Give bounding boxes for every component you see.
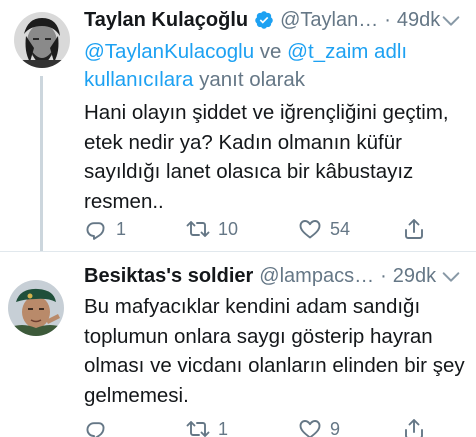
share-icon: [405, 219, 423, 239]
reply-icon: [86, 422, 105, 437]
timestamp[interactable]: 29dk: [393, 262, 436, 290]
tweet-header: Taylan Kulaçoğlu @Taylan… · 49dk: [84, 6, 466, 34]
share-button[interactable]: [402, 217, 426, 241]
timestamp[interactable]: 49dk: [397, 6, 440, 34]
tweet-content: Besiktas's soldier @lampacs… · 29dk Bu m…: [84, 262, 466, 410]
thread-line: [40, 76, 43, 251]
reply-context: @TaylanKulacoglu ve @t_zaim adlı kullanıc…: [84, 38, 466, 94]
reply-icon: [86, 222, 105, 240]
like-count: 9: [330, 418, 341, 437]
reply-count: 1: [116, 218, 127, 239]
like-button[interactable]: 9: [298, 417, 402, 437]
tweet-text: Bu mafyacıklar kendini adam sandığı topl…: [84, 295, 465, 407]
retweet-count: 10: [218, 218, 239, 239]
retweet-count: 1: [218, 418, 229, 437]
chevron-down-icon[interactable]: [440, 266, 462, 288]
user-handle[interactable]: @lampacs…: [259, 262, 374, 290]
separator-dot: ·: [384, 9, 391, 31]
tweet-text: Hani olayın şiddet ve iğrençliğini geçti…: [84, 101, 449, 213]
retweet-icon: [186, 221, 210, 237]
avatar[interactable]: [14, 12, 70, 68]
tweet-content: Taylan Kulaçoğlu @Taylan… · 49dk @Taylan…: [84, 6, 466, 216]
mention-link[interactable]: @TaylanKulacoglu: [84, 40, 254, 63]
replied-users-link[interactable]: kullanıcılara: [84, 68, 193, 91]
tweet-taylan[interactable]: Taylan Kulaçoğlu @Taylan… · 49dk @Taylan…: [0, 0, 476, 251]
share-button[interactable]: [402, 417, 426, 437]
tweet-actions: 1 9: [84, 417, 466, 437]
reply-suffix: yanıt olarak: [193, 68, 306, 91]
soldier-beret-avatar-icon: [8, 280, 64, 336]
tweet-header: Besiktas's soldier @lampacs… · 29dk: [84, 262, 466, 290]
tweet-actions: 1 10 54: [84, 217, 466, 241]
reply-conjunction: ve: [254, 40, 288, 63]
avatar[interactable]: [8, 280, 64, 336]
share-icon: [405, 419, 423, 437]
mention-link[interactable]: @t_zaim adlı: [287, 40, 407, 63]
retweet-icon: [186, 421, 210, 437]
display-name[interactable]: Besiktas's soldier: [84, 262, 253, 290]
retweet-button[interactable]: 1: [186, 417, 298, 437]
like-button[interactable]: 54: [298, 217, 402, 241]
verified-badge-icon: [255, 11, 273, 29]
heart-icon: [299, 220, 321, 239]
reply-button[interactable]: 1: [84, 217, 186, 241]
user-handle[interactable]: @Taylan…: [280, 6, 378, 34]
chevron-down-icon[interactable]: [440, 10, 462, 32]
tweet-besiktas[interactable]: Besiktas's soldier @lampacs… · 29dk Bu m…: [0, 251, 476, 437]
reply-button[interactable]: [84, 417, 186, 437]
man-portrait-avatar-icon: [14, 12, 70, 68]
retweet-button[interactable]: 10: [186, 217, 298, 241]
separator-dot: ·: [380, 265, 387, 287]
display-name[interactable]: Taylan Kulaçoğlu: [84, 6, 248, 34]
like-count: 54: [330, 218, 351, 239]
heart-icon: [299, 420, 321, 437]
